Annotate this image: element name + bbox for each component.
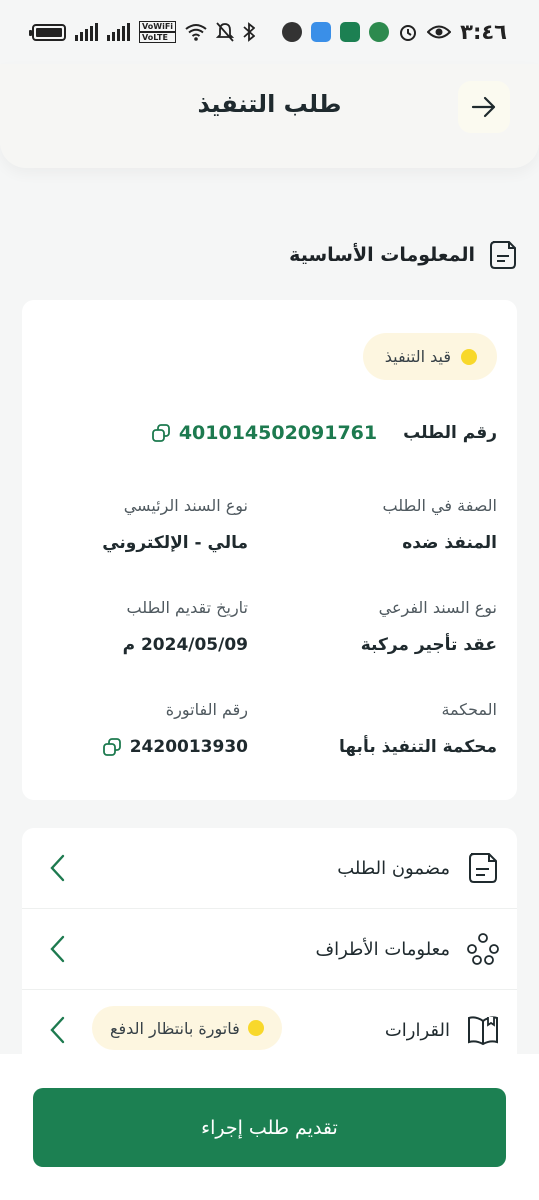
nafath-app-icon [340,22,361,42]
basic-info-card: قيد التنفيذ رقم الطلب 401014502091761 ال… [22,300,517,800]
invoice-label: رقم الفاتورة [165,700,248,719]
invoice-value: 2420013930 [129,737,248,757]
court-label: المحكمة [441,700,497,719]
date-field: تاريخ تقديم الطلب 2024/05/09 م [28,598,248,655]
menu-item-request-content[interactable]: مضمون الطلب [22,828,517,909]
page-title: طلب التنفيذ [197,90,342,118]
date-value: 2024/05/09 م [122,635,248,655]
invoice-field: رقم الفاتورة 2420013930 [28,700,248,757]
request-number-label: رقم الطلب [403,423,497,443]
capacity-label: الصفة في الطلب [382,496,497,515]
payment-badge: فاتورة بانتظار الدفع [92,1006,282,1050]
book-icon [468,1016,498,1046]
parties-icon [467,933,499,965]
chevron-left-icon [50,935,65,963]
eye-icon [427,25,452,39]
sub-bond-label: نوع السند الفرعي [378,598,497,617]
bluetooth-icon [243,22,256,42]
main-bond-label: نوع السند الرئيسي [123,496,248,515]
copy-icon[interactable] [151,423,171,443]
status-left: VoWiFi VoLTE [29,21,256,43]
chevron-left-icon [50,854,65,882]
network-badge: VoWiFi VoLTE [139,21,177,43]
badge-dot [247,1020,264,1036]
document-icon [490,241,516,269]
date-label: تاريخ تقديم الطلب [126,598,248,617]
capacity-field: الصفة في الطلب المنفذ ضده [277,496,497,553]
court-value: محكمة التنفيذ بأبها [338,737,497,757]
document-icon [469,853,497,883]
copy-icon[interactable] [102,737,122,757]
sub-bond-field: نوع السند الفرعي عقد تأجير مركبة [277,598,497,655]
chevron-left-icon [50,1016,65,1044]
menu-item-label: معلومات الأطراف [315,938,450,960]
menu-item-parties[interactable]: معلومات الأطراف [22,909,517,990]
section-title: المعلومات الأساسية [289,240,517,270]
submit-action-request-button[interactable]: تقديم طلب إجراء [33,1088,506,1167]
request-number: 401014502091761 [178,422,378,444]
bell-muted-icon [216,22,235,42]
status-right: ٣:٤٦ [282,20,507,44]
capacity-value: المنفذ ضده [402,533,497,553]
court-field: المحكمة محكمة التنفيذ بأبها [277,700,497,757]
badge-text: فاتورة بانتظار الدفع [110,1018,240,1038]
signal-2-icon [107,23,130,41]
wifi-icon [185,24,207,41]
green-app-icon [369,22,390,42]
invoice-value-row: 2420013930 [28,737,248,757]
alarm-app-icon [282,22,303,42]
main-bond-value: مالي - الإلكتروني [102,533,248,553]
volte-label: VoLTE [139,32,177,43]
request-number-row: رقم الطلب 401014502091761 [151,422,497,444]
sub-bond-value: عقد تأجير مركبة [360,635,497,655]
bottom-bar: تقديم طلب إجراء [0,1054,539,1200]
app-header: طلب التنفيذ [0,64,539,168]
screen: VoWiFi VoLTE ٣:٤٦ طلب التنفيذ المعلومات … [0,0,539,1200]
vowifi-label: VoWiFi [139,21,177,32]
section-title-text: المعلومات الأساسية [289,244,475,266]
request-number-value: 401014502091761 [151,422,377,444]
status-badge: قيد التنفيذ [362,333,497,380]
jobs-app-icon [311,22,332,42]
status-dot [461,348,477,365]
status-text: قيد التنفيذ [384,347,451,366]
clock: ٣:٤٦ [460,20,507,44]
alarm-icon [400,25,417,41]
battery-icon [29,23,66,41]
signal-icon [75,23,98,41]
main-bond-field: نوع السند الرئيسي مالي - الإلكتروني [28,496,248,553]
status-bar: VoWiFi VoLTE ٣:٤٦ [0,0,539,64]
menu-item-label: مضمون الطلب [337,857,450,879]
